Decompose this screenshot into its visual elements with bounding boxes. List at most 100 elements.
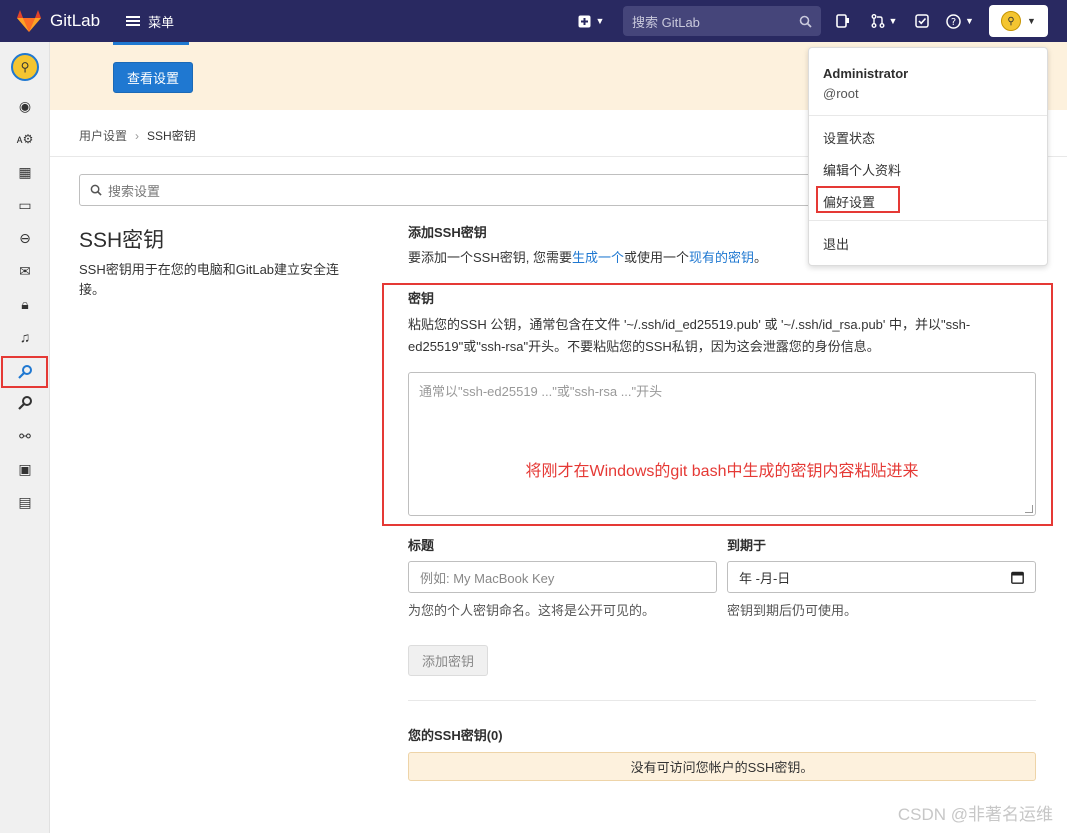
resize-handle[interactable] bbox=[1025, 505, 1033, 513]
left-sidebar: ⚲ ◉ ᴀ⚙ ▦ ▭ ⊖ ✉ 🔒︎ ♫ ⚯ ▣ ▤ bbox=[0, 42, 50, 833]
navbar-right: ▼ 搜索 GitLab ▼ ? ▼ ⚲ ▼ bbox=[571, 0, 1067, 42]
sidebar-item-gpg-keys[interactable] bbox=[0, 387, 50, 419]
title-hint: 为您的个人密钥命名。这将是公开可见的。 bbox=[408, 603, 656, 618]
todos-button[interactable] bbox=[903, 14, 941, 28]
account-gear-icon: ᴀ⚙ bbox=[16, 132, 34, 146]
settings-search-placeholder: 搜索设置 bbox=[108, 183, 161, 199]
sidebar-item-access-tokens[interactable]: ⊖ bbox=[0, 222, 50, 254]
sidebar-item-password[interactable]: 🔒︎ bbox=[0, 288, 50, 320]
add-key-intro: 要添加一个SSH密钥, 您需要生成一个或使用一个现有的密钥。 bbox=[408, 247, 767, 269]
expiry-value: 年 -月-日 bbox=[739, 570, 791, 586]
chevron-down-icon: ▼ bbox=[888, 16, 898, 26]
user-menu-button[interactable]: ⚲ ▼ bbox=[989, 5, 1048, 37]
expiry-hint: 密钥到期后仍可使用。 bbox=[727, 603, 858, 618]
search-icon bbox=[90, 184, 102, 196]
sidebar-item-applications[interactable]: ▦ bbox=[0, 156, 50, 188]
key-icon bbox=[17, 365, 32, 379]
breadcrumb: 用户设置 › SSH密钥 bbox=[79, 127, 196, 144]
add-key-intro-text: 要添加一个SSH密钥, 您需要 bbox=[408, 250, 572, 265]
monitor-icon: ▣ bbox=[18, 460, 32, 477]
banner-strip bbox=[113, 42, 189, 45]
generate-key-link[interactable]: 生成一个 bbox=[572, 250, 624, 265]
dropdown-item-preferences[interactable]: 偏好设置 bbox=[823, 192, 875, 211]
hamburger-icon bbox=[126, 14, 141, 28]
title-input[interactable]: 例如: My MacBook Key bbox=[408, 561, 717, 593]
section-divider bbox=[408, 700, 1036, 701]
expiry-date-input[interactable]: 年 -月-日 bbox=[727, 561, 1036, 593]
sidebar-item-account[interactable]: ᴀ⚙ bbox=[0, 123, 50, 155]
dropdown-user-name[interactable]: Administrator bbox=[823, 66, 908, 81]
add-key-button[interactable]: 添加密钥 bbox=[408, 645, 488, 676]
dropdown-item-edit-profile[interactable]: 编辑个人资料 bbox=[823, 160, 901, 179]
view-settings-button[interactable]: 查看设置 bbox=[113, 62, 193, 93]
breadcrumb-ssh-keys[interactable]: SSH密钥 bbox=[147, 127, 196, 144]
key-help-text: 粘贴您的SSH 公钥，通常包含在文件 '~/.ssh/id_ed25519.pu… bbox=[408, 317, 971, 354]
avatar: ⚲ bbox=[1001, 11, 1022, 31]
issues-button[interactable] bbox=[821, 14, 865, 28]
merge-request-icon bbox=[871, 14, 885, 28]
dropdown-item-set-status[interactable]: 设置状态 bbox=[823, 128, 875, 147]
merge-requests-button[interactable]: ▼ bbox=[865, 14, 903, 28]
existing-key-link[interactable]: 现有的密钥 bbox=[689, 250, 754, 265]
help-question-icon: ? bbox=[946, 13, 961, 29]
chevron-down-icon: ▼ bbox=[965, 16, 974, 26]
page-title: SSH密钥 bbox=[79, 229, 165, 252]
menu-button[interactable]: 菜单 bbox=[126, 12, 174, 31]
menu-label: 菜单 bbox=[148, 14, 175, 30]
new-item-button[interactable]: ▼ bbox=[571, 15, 611, 28]
settings-search-input[interactable]: 搜索设置 bbox=[79, 174, 839, 206]
add-key-intro-mid: 或使用一个 bbox=[623, 250, 689, 265]
add-key-heading: 添加SSH密钥 bbox=[408, 225, 487, 240]
sidebar-item-profile[interactable]: ◉ bbox=[0, 90, 50, 122]
user-dropdown-menu: Administrator @root 设置状态 编辑个人资料 偏好设置 退出 bbox=[808, 47, 1048, 266]
top-navbar: GitLab 菜单 ▼ 搜索 GitLab ▼ ? ▼ ⚲ ▼ bbox=[0, 0, 1067, 42]
chevron-down-icon: ▼ bbox=[595, 16, 605, 26]
key-icon bbox=[18, 396, 32, 410]
global-search-input[interactable]: 搜索 GitLab bbox=[623, 6, 821, 36]
your-keys-heading: 您的SSH密钥(0) bbox=[408, 728, 503, 743]
dropdown-item-sign-out[interactable]: 退出 bbox=[823, 234, 849, 253]
breadcrumb-user-settings[interactable]: 用户设置 bbox=[79, 127, 127, 144]
title-label: 标题 bbox=[408, 538, 435, 553]
avatar: ⚲ bbox=[11, 53, 39, 81]
chevron-right-icon: › bbox=[135, 128, 140, 143]
sidebar-item-ssh-keys[interactable] bbox=[1, 356, 48, 388]
bell-icon: ♫ bbox=[19, 329, 31, 345]
sidebar-item-active-sessions[interactable]: ▣ bbox=[0, 453, 50, 485]
watermark: CSDN @非著名运维 bbox=[897, 805, 1053, 824]
sidebar-item-notifications[interactable]: ♫ bbox=[0, 321, 50, 353]
sidebar-user-avatar[interactable]: ⚲ bbox=[0, 50, 50, 84]
gitlab-logo[interactable]: GitLab bbox=[16, 9, 100, 33]
token-icon: ⊖ bbox=[19, 229, 31, 246]
chevron-down-icon: ▼ bbox=[1027, 16, 1036, 26]
sidebar-item-chat[interactable]: ▭ bbox=[0, 189, 50, 221]
help-button[interactable]: ? ▼ bbox=[941, 13, 979, 29]
search-icon bbox=[799, 15, 812, 28]
key-textarea[interactable]: 通常以"ssh-ed25519 ..."或"ssh-rsa ..."开头 将刚才… bbox=[408, 372, 1036, 516]
no-keys-alert: 没有可访问您帐户的SSH密钥。 bbox=[408, 752, 1036, 781]
sidebar-item-authentication-log[interactable]: ▤ bbox=[0, 486, 50, 518]
log-list-icon: ▤ bbox=[18, 493, 32, 510]
user-circle-icon: ◉ bbox=[18, 97, 32, 114]
page-description: SSH密钥用于在您的电脑和GitLab建立安全连接。 bbox=[79, 262, 340, 297]
dropdown-divider bbox=[809, 220, 1047, 221]
key-placeholder: 通常以"ssh-ed25519 ..."或"ssh-rsa ..."开头 bbox=[419, 384, 663, 399]
todo-check-icon bbox=[915, 14, 929, 28]
comment-icon: ▭ bbox=[18, 196, 32, 213]
lock-icon: 🔒︎ bbox=[21, 295, 29, 312]
mail-icon: ✉ bbox=[19, 262, 31, 279]
key-annotation-note: 将刚才在Windows的git bash中生成的密钥内容粘贴进来 bbox=[525, 463, 919, 480]
add-key-intro-end: 。 bbox=[754, 250, 768, 265]
brand-name: GitLab bbox=[50, 11, 101, 30]
sidebar-item-preferences[interactable]: ⚯ bbox=[0, 420, 50, 452]
calendar-icon[interactable] bbox=[1011, 571, 1024, 584]
global-search-placeholder: 搜索 GitLab bbox=[632, 14, 700, 30]
title-placeholder: 例如: My MacBook Key bbox=[420, 570, 555, 586]
sidebar-item-emails[interactable]: ✉ bbox=[0, 255, 50, 287]
issues-icon bbox=[836, 14, 849, 28]
plus-square-icon bbox=[578, 15, 591, 27]
dropdown-user-handle: @root bbox=[823, 86, 859, 101]
preferences-sliders-icon: ⚯ bbox=[19, 427, 31, 444]
svg-text:?: ? bbox=[951, 17, 956, 28]
dropdown-divider bbox=[809, 115, 1047, 116]
